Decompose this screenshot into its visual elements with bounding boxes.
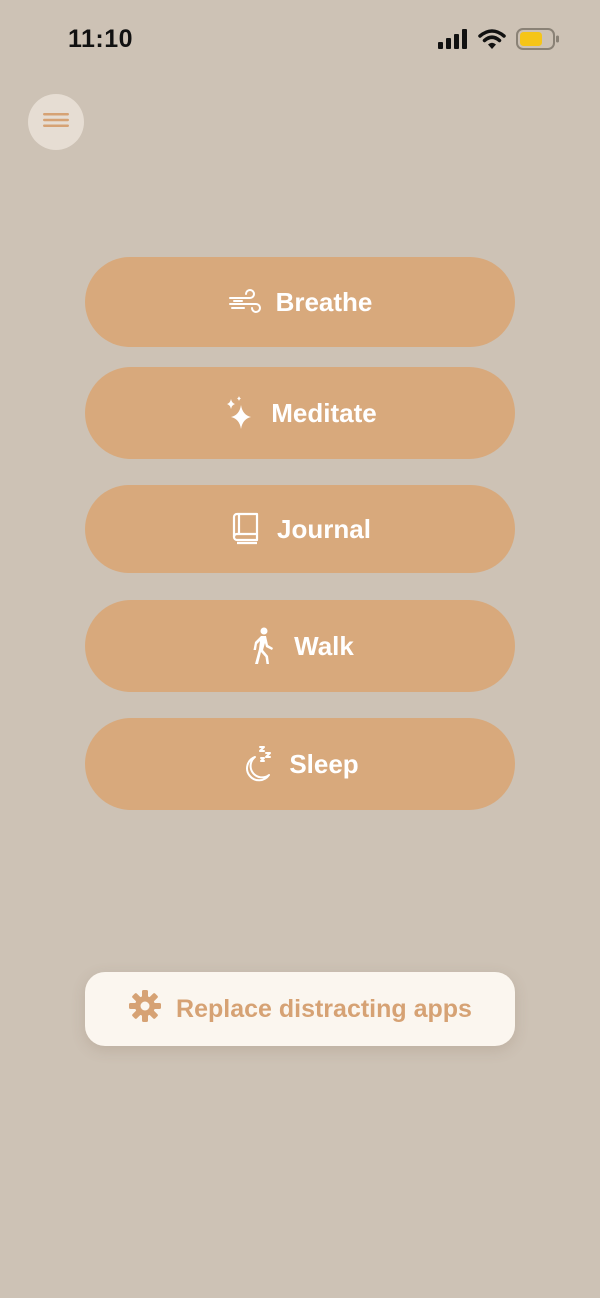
sparkles-icon	[223, 396, 257, 430]
journal-button[interactable]: Journal	[85, 485, 515, 573]
journal-label: Journal	[277, 513, 371, 544]
status-bar: 11:10	[0, 0, 600, 80]
status-time: 11:10	[68, 25, 134, 53]
cellular-signal-icon	[438, 29, 468, 54]
moon-zzz-icon	[241, 746, 275, 782]
wind-icon	[228, 285, 262, 319]
gear-icon	[128, 989, 162, 1030]
menu-button[interactable]	[28, 94, 84, 150]
sleep-button[interactable]: Sleep	[85, 718, 515, 810]
walking-person-icon	[246, 627, 280, 664]
sleep-label: Sleep	[289, 748, 359, 779]
book-icon	[229, 512, 263, 546]
breathe-button[interactable]: Breathe	[85, 257, 515, 347]
replace-distracting-apps-label: Replace distracting apps	[176, 994, 472, 1023]
hamburger-menu-icon	[43, 111, 69, 134]
walk-label: Walk	[294, 630, 354, 661]
wifi-icon	[478, 28, 506, 55]
walk-button[interactable]: Walk	[85, 600, 515, 692]
meditate-button[interactable]: Meditate	[85, 367, 515, 459]
meditate-label: Meditate	[271, 397, 377, 428]
battery-icon	[516, 28, 560, 55]
breathe-label: Breathe	[275, 286, 373, 317]
status-icons	[438, 28, 560, 55]
replace-distracting-apps-button[interactable]: Replace distracting apps	[85, 972, 515, 1046]
